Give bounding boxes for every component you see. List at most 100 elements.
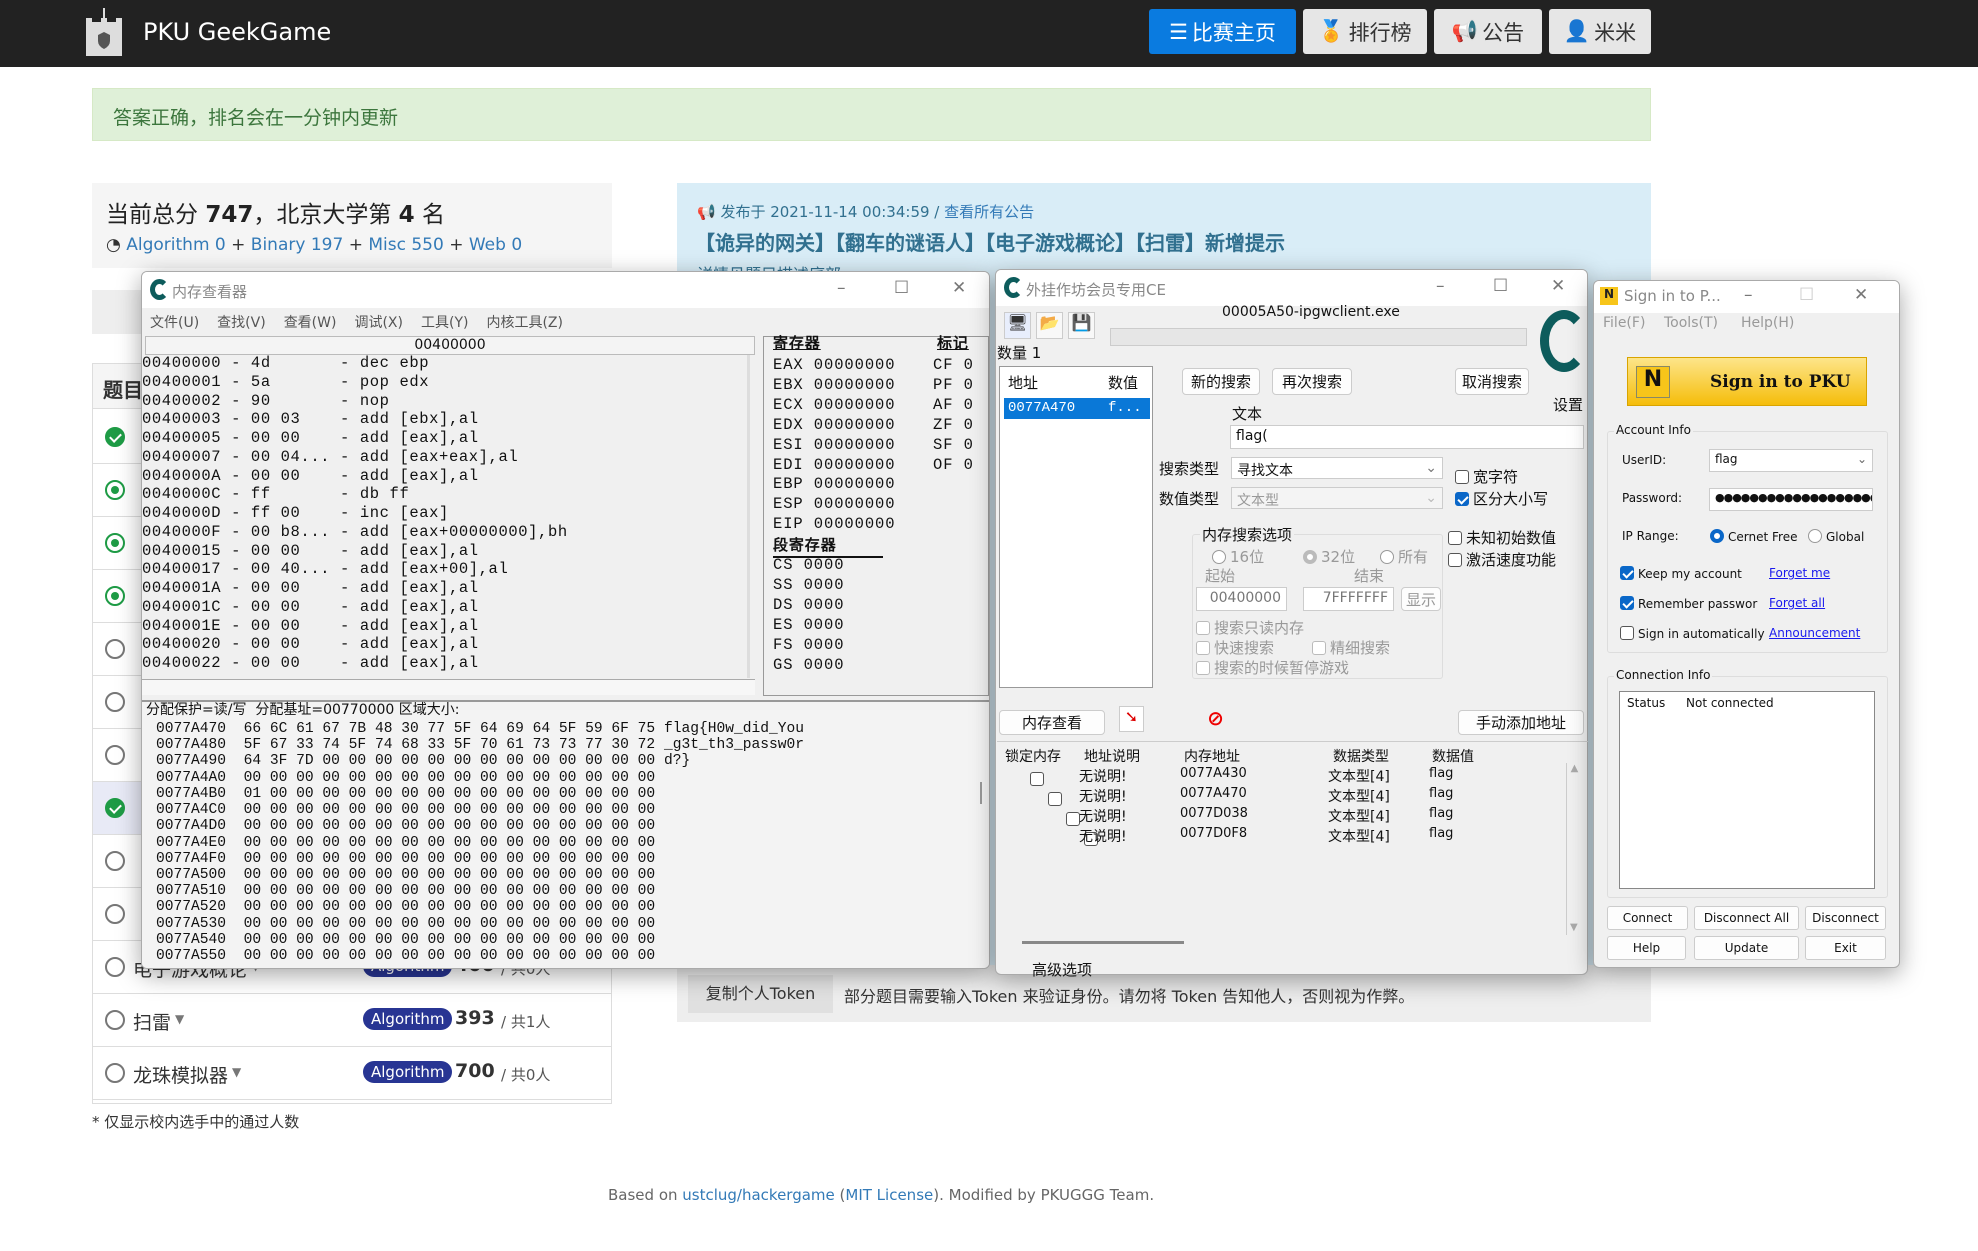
next-scan-button[interactable]: 再次搜索 <box>1272 368 1352 395</box>
memory-address[interactable]: 0077A470 <box>1180 786 1247 801</box>
caret-down-icon[interactable]: ▼ <box>175 1012 184 1026</box>
memory-address[interactable]: 0077A430 <box>1180 766 1247 781</box>
fast-scan-checkbox[interactable]: 快速搜索 <box>1196 637 1274 658</box>
menu-item[interactable]: 调试(X) <box>354 315 403 331</box>
menu-item[interactable]: 查看(W) <box>284 315 337 331</box>
memory-address[interactable]: 0077D038 <box>1180 806 1248 821</box>
hex-row[interactable]: 0077A480 5F 67 33 74 5F 74 68 33 5F 70 6… <box>156 737 804 753</box>
segment-value[interactable]: GS 0000 <box>773 656 844 676</box>
hex-row[interactable]: 0077A540 00 00 00 00 00 00 00 00 00 00 0… <box>156 932 655 948</box>
memory-view-button[interactable]: 内存查看 <box>999 710 1105 735</box>
table-header[interactable]: 内存地址 <box>1184 746 1240 766</box>
data-value[interactable]: flag <box>1429 826 1453 841</box>
table-header[interactable]: 地址说明 <box>1084 746 1140 766</box>
register-value[interactable]: EIP 00000000 <box>773 515 895 535</box>
signin-button[interactable]: N Sign in to PKU <box>1627 357 1867 406</box>
case-sensitive-checkbox[interactable]: 区分大小写 <box>1455 488 1548 509</box>
disasm-row[interactable]: 00400020 - 00 00 - add [eax],al <box>142 635 479 654</box>
register-value[interactable]: ECX 00000000 <box>773 396 895 416</box>
menu-file[interactable]: File(F) <box>1603 315 1645 331</box>
cancel-scan-button[interactable]: 取消搜索 <box>1455 368 1529 395</box>
disasm-row[interactable]: 0040001A - 00 00 - add [eax],al <box>142 579 479 598</box>
copy-token-button[interactable]: 复制个人Token <box>688 975 833 1013</box>
disasm-row[interactable]: 0040000F - 00 b8... - add [eax+00000000]… <box>142 523 568 542</box>
radio-32bit[interactable]: 32位 <box>1303 546 1355 567</box>
flag-value[interactable]: SF 0 <box>933 436 974 456</box>
update-button[interactable]: Update <box>1694 936 1799 960</box>
scroll-up-icon[interactable]: ▲ <box>1571 763 1579 774</box>
address-description[interactable]: 无说明! <box>1079 826 1127 846</box>
data-type[interactable]: 文本型[4] <box>1328 786 1390 806</box>
add-to-list-arrow-icon[interactable]: ➘ <box>1119 706 1144 732</box>
forget-me-link[interactable]: Forget me <box>1769 566 1830 580</box>
problem-name[interactable]: 龙珠模拟器 <box>133 1061 228 1088</box>
close-button[interactable]: ✕ <box>952 278 966 298</box>
nav-home-button[interactable]: ☰ 比赛主页 <box>1149 9 1296 54</box>
brand-title[interactable]: PKU GeekGame <box>143 18 331 46</box>
menu-tools[interactable]: Tools(T) <box>1664 315 1718 331</box>
segment-value[interactable]: CS 0000 <box>773 556 844 576</box>
speedhack-checkbox[interactable]: 激活速度功能 <box>1448 549 1556 570</box>
hex-row[interactable]: 0077A490 64 3F 7D 00 00 00 00 00 00 00 0… <box>156 753 690 769</box>
hex-row[interactable]: 0077A530 00 00 00 00 00 00 00 00 00 00 0… <box>156 916 655 932</box>
hex-row[interactable]: 0077A550 00 00 00 00 00 00 00 00 00 00 0… <box>156 948 655 964</box>
connect-button[interactable]: Connect <box>1607 906 1688 930</box>
minimize-button[interactable]: – <box>837 278 846 298</box>
exit-button[interactable]: Exit <box>1805 936 1886 960</box>
lock-checkbox[interactable] <box>1066 812 1080 826</box>
found-row[interactable]: 0077A470 f... <box>1004 398 1150 419</box>
table-scrollbar[interactable]: ▲ ▼ <box>1566 763 1582 935</box>
found-header-value[interactable]: 数值 <box>1108 372 1138 393</box>
settings-label[interactable]: 设置 <box>1553 394 1583 415</box>
segment-value[interactable]: ES 0000 <box>773 616 844 636</box>
nav-announcement-button[interactable]: 📢 公告 <box>1434 9 1542 54</box>
start-address-input[interactable]: 00400000 <box>1196 587 1287 611</box>
table-header[interactable]: 数据类型 <box>1333 746 1389 766</box>
remember-password-checkbox[interactable]: Remember passwor <box>1620 596 1757 611</box>
disasm-row[interactable]: 00400017 - 00 40... - add [eax+00],al <box>142 560 508 579</box>
problem-row[interactable]: 扫雷 ▼ Algorithm 393 / 共1人 <box>93 994 611 1047</box>
save-icon[interactable]: 💾 <box>1068 312 1095 339</box>
disasm-row[interactable]: 00400000 - 4d - dec ebp <box>142 354 429 373</box>
data-value[interactable]: flag <box>1429 786 1453 801</box>
hex-row[interactable]: 0077A4E0 00 00 00 00 00 00 00 00 00 00 0… <box>156 835 655 851</box>
value-type-select[interactable]: 文本型 ⌄ <box>1231 487 1443 509</box>
radio-16bit[interactable]: 16位 <box>1212 546 1264 567</box>
radio-cernet-free[interactable]: Cernet Free <box>1710 529 1797 544</box>
disasm-row[interactable]: 00400022 - 00 00 - add [eax],al <box>142 654 479 673</box>
nav-user-button[interactable]: 👤 米米 <box>1549 9 1651 54</box>
forget-all-link[interactable]: Forget all <box>1769 596 1825 610</box>
add-address-manually-button[interactable]: 手动添加地址 <box>1458 710 1584 735</box>
problem-row[interactable]: 龙珠模拟器 ▼ Algorithm 700 / 共0人 <box>93 1047 611 1100</box>
advanced-options[interactable]: 高级选项 <box>1032 959 1092 980</box>
data-type[interactable]: 文本型[4] <box>1328 826 1390 846</box>
title-bar[interactable]: 外挂作坊会员专用CE – ☐ ✕ <box>996 270 1587 306</box>
scroll-down-icon[interactable]: ▼ <box>1570 922 1578 933</box>
maximize-button[interactable]: ☐ <box>894 278 909 298</box>
segment-value[interactable]: FS 0000 <box>773 636 844 656</box>
close-button[interactable]: ✕ <box>1854 285 1868 305</box>
breakdown-algorithm[interactable]: Algorithm 0 <box>126 235 225 255</box>
hex-row[interactable]: 0077A500 00 00 00 00 00 00 00 00 00 00 0… <box>156 867 655 883</box>
unknown-initial-checkbox[interactable]: 未知初始数值 <box>1448 527 1556 548</box>
flag-value[interactable]: CF 0 <box>933 356 974 376</box>
hex-row[interactable]: 0077A470 66 6C 61 67 7B 48 30 77 5F 64 6… <box>156 721 804 737</box>
breakdown-binary[interactable]: Binary 197 <box>251 235 343 255</box>
select-process-icon[interactable]: 🖥 <box>1004 312 1031 339</box>
disasm-row[interactable]: 00400015 - 00 00 - add [eax],al <box>142 542 479 561</box>
repo-link[interactable]: ustclug/hackergame <box>682 1186 834 1204</box>
register-value[interactable]: EBP 00000000 <box>773 475 895 495</box>
flag-value[interactable]: OF 0 <box>933 456 974 476</box>
disasm-row[interactable]: 00400005 - 00 00 - add [eax],al <box>142 429 479 448</box>
menu-help[interactable]: Help(H) <box>1741 315 1794 331</box>
menu-item[interactable]: 内核工具(Z) <box>486 315 563 331</box>
address-description[interactable]: 无说明! <box>1079 766 1127 786</box>
disasm-hscrollbar[interactable] <box>142 679 755 695</box>
menu-item[interactable]: 工具(Y) <box>421 315 468 331</box>
caret-down-icon[interactable]: ▼ <box>232 1065 241 1079</box>
announcement-link[interactable]: Announcement <box>1769 626 1860 640</box>
new-scan-button[interactable]: 新的搜索 <box>1182 368 1260 395</box>
hex-row[interactable]: 0077A4D0 00 00 00 00 00 00 00 00 00 00 0… <box>156 818 655 834</box>
maximize-button[interactable]: ☐ <box>1493 276 1508 296</box>
disconnect-all-button[interactable]: Disconnect All <box>1694 906 1799 930</box>
